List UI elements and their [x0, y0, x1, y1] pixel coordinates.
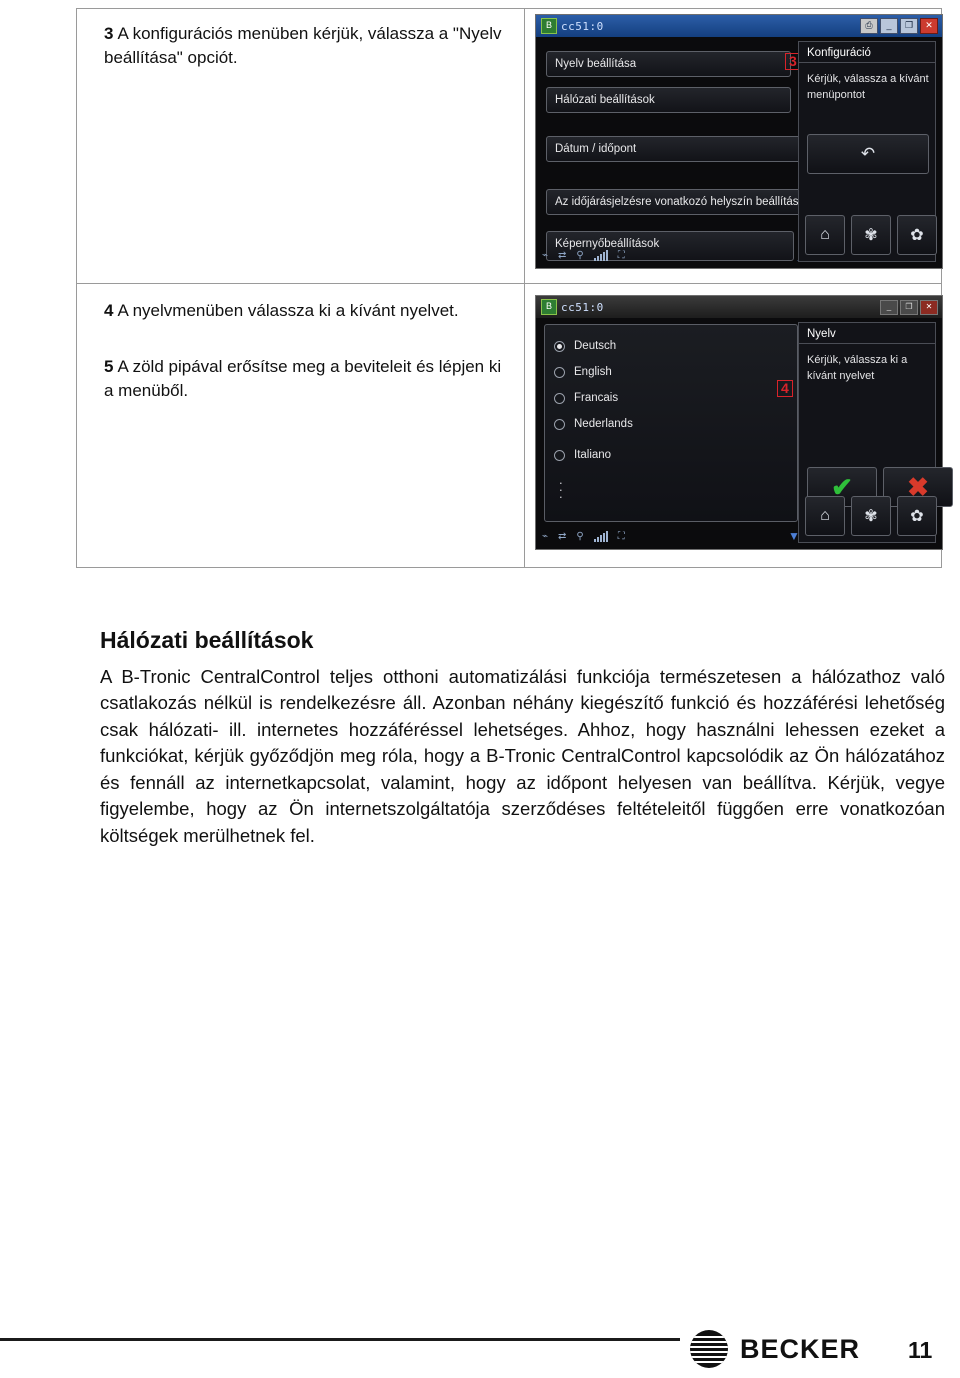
minimize-icon[interactable]: _	[880, 299, 898, 315]
becker-logo: BECKER	[690, 1330, 860, 1368]
footer-rule	[0, 1338, 680, 1341]
section-body-text: A B-Tronic CentralControl teljes otthoni…	[100, 665, 945, 846]
language-label: Francais	[574, 392, 619, 404]
gear-icon[interactable]: ✿	[897, 215, 937, 255]
screen1-statusbar: ⌁ ⇄ ⚲ ⛶	[542, 246, 790, 264]
step-4-number: 4	[104, 301, 114, 320]
screen1-titlebar: B cc51:0 ⎙ _ ❐ ✕	[536, 15, 942, 37]
screen2-window-buttons: _ ❐ ✕	[880, 299, 942, 315]
language-option-nederlands[interactable]: Nederlands	[554, 418, 633, 430]
callout-step-4: 4	[777, 380, 793, 397]
signal-bars-icon	[593, 530, 608, 542]
step-5-text: A zöld pipával erősítse meg a beviteleit…	[104, 357, 502, 400]
back-arrow-icon: ↶	[860, 144, 876, 163]
screen2-panel-title: Nyelv	[799, 323, 935, 344]
home-icon[interactable]: ⌂	[805, 215, 845, 255]
language-label: Italiano	[574, 449, 612, 461]
maximize-icon[interactable]: ❐	[900, 299, 918, 315]
menu-item-language-setting[interactable]: Nyelv beállítása	[546, 51, 791, 77]
status-icon-4: ⛶	[617, 249, 625, 261]
step-3-number: 3	[104, 24, 114, 43]
gear-icon[interactable]: ✿	[897, 496, 937, 536]
step-3-instruction: 3A konfigurációs menüben kérjük, válassz…	[104, 22, 504, 70]
maximize-icon[interactable]: ❐	[900, 18, 918, 34]
section-title: Hálózati beállítások	[100, 627, 314, 654]
step-3-text: A konfigurációs menüben kérjük, válassza…	[104, 24, 502, 67]
step-5-number: 5	[104, 357, 114, 376]
app-icon: B	[541, 18, 557, 34]
status-icon-4: ⛶	[617, 530, 625, 542]
minimize-icon[interactable]: _	[880, 18, 898, 34]
screen2-titlebar: B cc51:0 _ ❐ ✕	[536, 296, 942, 318]
home-icon[interactable]: ⌂	[805, 496, 845, 536]
becker-logo-text: BECKER	[740, 1333, 861, 1364]
radio-icon	[554, 418, 565, 430]
screen1-title: cc51:0	[561, 19, 604, 33]
signal-bars-icon	[593, 249, 608, 261]
radio-selected-icon	[554, 340, 565, 352]
screen2-panel-text: Kérjük, válassza ki a kívánt nyelvet	[807, 354, 908, 382]
language-label: English	[574, 366, 612, 378]
language-option-english[interactable]: English	[554, 366, 612, 378]
language-label: Deutsch	[574, 340, 617, 352]
menu-item-weather-location[interactable]: Az időjárásjelzésre vonatkozó helyszín b…	[546, 189, 814, 215]
status-icon-2: ⇄	[558, 249, 567, 261]
screen2-statusbar: ⌁ ⇄ ⚲ ⛶	[542, 527, 790, 545]
flower-icon[interactable]: ✾	[851, 496, 891, 536]
menu-item-network-settings[interactable]: Hálózati beállítások	[546, 87, 791, 113]
close-icon[interactable]: ✕	[920, 18, 938, 34]
language-option-deutsch[interactable]: Deutsch	[554, 340, 616, 352]
status-icon-1: ⌁	[542, 530, 549, 542]
language-option-italiano[interactable]: Italiano	[554, 449, 611, 461]
screen1-info-panel: Konfiguráció Kérjük, válassza a kívánt m…	[798, 41, 937, 262]
figure-row-divider	[76, 283, 942, 284]
language-label: Nederlands	[574, 418, 633, 430]
language-option-francais[interactable]: Francais	[554, 392, 618, 404]
status-icon-1: ⌁	[542, 249, 549, 261]
step-5-instruction: 5A zöld pipával erősítse meg a bevitelei…	[104, 355, 504, 403]
app-icon: B	[541, 299, 557, 315]
screen1-panel-title: Konfiguráció	[799, 42, 935, 63]
menu-item-date-time[interactable]: Dátum / időpont	[546, 136, 804, 162]
step-4-text: A nyelvmenüben válassza ki a kívánt nyel…	[117, 301, 459, 320]
printer-icon[interactable]: ⎙	[860, 18, 878, 34]
configuration-screen-screenshot: B cc51:0 ⎙ _ ❐ ✕ Nyelv beállítása Hálóza…	[535, 14, 943, 269]
step-4-instruction: 4A nyelvmenüben válassza ki a kívánt nye…	[104, 299, 504, 323]
screen2-info-panel: Nyelv Kérjük, válassza ki a kívánt nyelv…	[798, 322, 953, 543]
language-screen-screenshot: B cc51:0 _ ❐ ✕ Deutsch English Francais …	[535, 295, 953, 550]
screen2-title: cc51:0	[561, 300, 604, 314]
status-icon-2: ⇄	[558, 530, 567, 542]
radio-icon	[554, 366, 565, 378]
screen1-window-buttons: ⎙ _ ❐ ✕	[860, 18, 942, 34]
radio-icon	[554, 449, 565, 461]
status-icon-3: ⚲	[576, 530, 584, 542]
radio-icon	[554, 392, 565, 404]
becker-logo-mark-icon	[690, 1330, 728, 1368]
back-button[interactable]: ↶	[807, 134, 929, 174]
screen1-panel-text: Kérjük, válassza a kívánt menüpontot	[807, 73, 929, 101]
status-icon-3: ⚲	[576, 249, 584, 261]
screen1-nav-row: ⌂ ✾ ✿	[805, 215, 937, 255]
page-number: 11	[908, 1337, 933, 1363]
list-continues-dots: ...	[559, 472, 563, 501]
flower-icon[interactable]: ✾	[851, 215, 891, 255]
screen2-nav-row: ⌂ ✾ ✿	[805, 496, 937, 536]
close-icon[interactable]: ✕	[920, 299, 938, 315]
figure-column-divider	[524, 8, 525, 568]
